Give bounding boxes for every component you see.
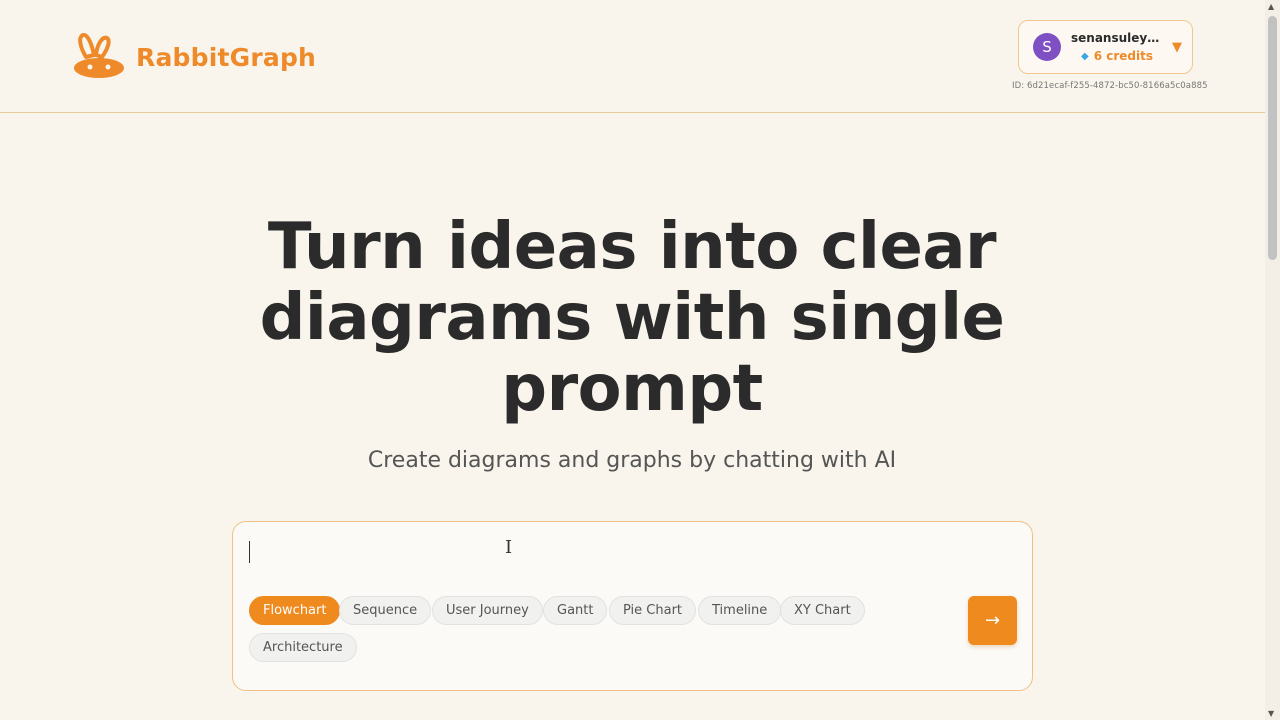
user-id: ID: 6d21ecaf-f255-4872-bc50-8166a5c0a885 [1012,81,1208,91]
scroll-thumb[interactable] [1268,16,1277,260]
send-button[interactable]: → [968,596,1017,645]
chip-xy-chart[interactable]: XY Chart [780,596,865,625]
credits-label: 6 credits [1093,49,1153,63]
scroll-down-icon[interactable]: ▼ [1268,709,1274,718]
ibeam-cursor-icon: I [505,537,513,558]
hero-subtitle: Create diagrams and graphs by chatting w… [367,448,897,473]
avatar: S [1033,33,1061,61]
user-menu-button[interactable]: S senansuleym... ◆ 6 credits ▼ [1018,20,1193,74]
chip-user-journey[interactable]: User Journey [432,596,543,625]
username: senansuleym... [1071,31,1163,45]
chip-architecture[interactable]: Architecture [249,633,357,662]
caret-down-icon: ▼ [1172,39,1182,55]
rabbit-icon [74,33,124,78]
user-info: senansuleym... ◆ 6 credits [1071,31,1168,63]
chip-timeline[interactable]: Timeline [698,596,782,625]
gem-icon: ◆ [1081,50,1089,62]
chip-sequence[interactable]: Sequence [339,596,432,625]
chip-gantt[interactable]: Gantt [543,596,608,625]
header: RabbitGraph S senansuleym... ◆ 6 credits… [0,0,1265,113]
brand-name: RabbitGraph [136,42,317,72]
prompt-input[interactable] [247,536,1007,576]
hero-title: Turn ideas into clear diagrams with sing… [259,210,1005,426]
chip-pie-chart[interactable]: Pie Chart [609,596,697,625]
text-caret [249,541,250,563]
arrow-right-icon: → [984,610,1001,631]
credits-badge: ◆ 6 credits [1071,49,1168,63]
chip-flowchart[interactable]: Flowchart [249,596,341,625]
scrollbar[interactable]: ▲ ▼ [1265,0,1280,720]
scroll-up-icon[interactable]: ▲ [1268,2,1274,11]
prompt-box: I Flowchart Sequence User Journey Gantt … [232,521,1033,691]
logo[interactable]: RabbitGraph [72,32,316,82]
